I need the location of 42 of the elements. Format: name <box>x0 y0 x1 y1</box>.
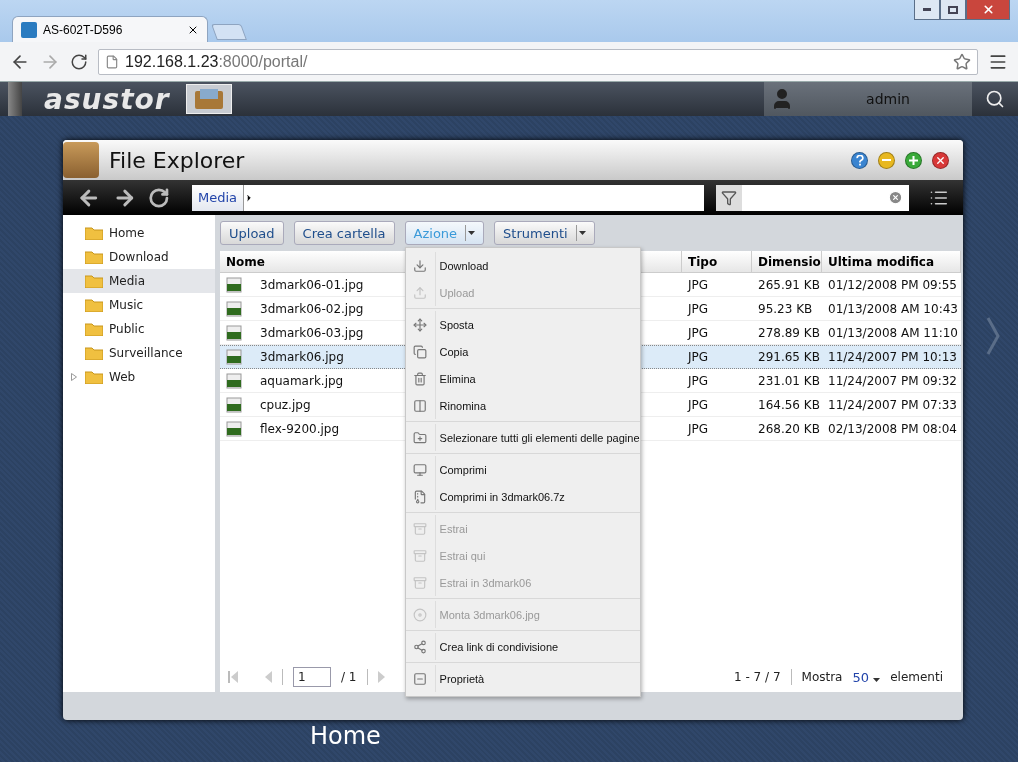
table-cell-text: JPG <box>686 422 710 436</box>
table-cell-text: 231.01 KB <box>757 374 821 388</box>
window-title: File Explorer <box>109 147 246 173</box>
table-cell-text: JPG <box>686 326 710 340</box>
file-name: 3dmark06.jpg <box>259 350 344 364</box>
table-cell-text: 02/13/2008 PM 08:04 <box>827 422 958 436</box>
file-name: 3dmark06-02.jpg <box>259 302 364 316</box>
items-label: elementi <box>890 670 943 684</box>
table-cell-text: 11/24/2007 PM 07:33 <box>827 398 958 412</box>
file-name: cpuz.jpg <box>259 398 311 412</box>
table-cell-text: 291.65 KB <box>757 350 821 364</box>
table-cell-text: 268.20 KB <box>757 422 821 436</box>
logo: asustor <box>44 82 170 116</box>
table-cell-text: 265.91 KB <box>757 278 821 292</box>
table-cell-text: 01/13/2008 AM 10:43 <box>827 302 959 316</box>
table-cell-text: 01/13/2008 AM 11:10 <box>827 326 959 340</box>
item-range: 1 - 7 / 7 <box>734 670 781 684</box>
table-cell-text: 95.23 KB <box>757 302 814 316</box>
folder-name: Public <box>109 322 145 336</box>
table-cell-text: 11/24/2007 PM 09:32 <box>827 374 958 388</box>
file-name: 3dmark06-01.jpg <box>259 278 364 292</box>
table-cell-text: JPG <box>686 374 710 388</box>
folder-name: Surveillance <box>109 346 183 360</box>
folder-name: Media <box>109 274 146 288</box>
desktop-label: Home <box>310 722 381 750</box>
file-name: aquamark.jpg <box>259 374 344 388</box>
table-cell-text: JPG <box>686 350 710 364</box>
table-cell-text: JPG <box>686 278 710 292</box>
folder-name: Home <box>109 226 145 240</box>
table-cell-text: JPG <box>686 398 710 412</box>
table-cell-text: 01/12/2008 PM 09:55 <box>827 278 958 292</box>
show-label: Mostra <box>801 670 843 684</box>
page-count: / 1 <box>341 670 357 684</box>
folder-name: Download <box>109 250 169 264</box>
file-name: flex-9200.jpg <box>259 422 340 436</box>
folder-name: Web <box>109 370 136 384</box>
table-cell-text: 278.89 KB <box>757 326 821 340</box>
table-cell-text: 11/24/2007 PM 10:13 <box>827 350 958 364</box>
folder-name: Music <box>109 298 144 312</box>
table-cell-text: 164.56 KB <box>757 398 821 412</box>
table-cell-text: JPG <box>686 302 710 316</box>
file-name: 3dmark06-03.jpg <box>259 326 364 340</box>
